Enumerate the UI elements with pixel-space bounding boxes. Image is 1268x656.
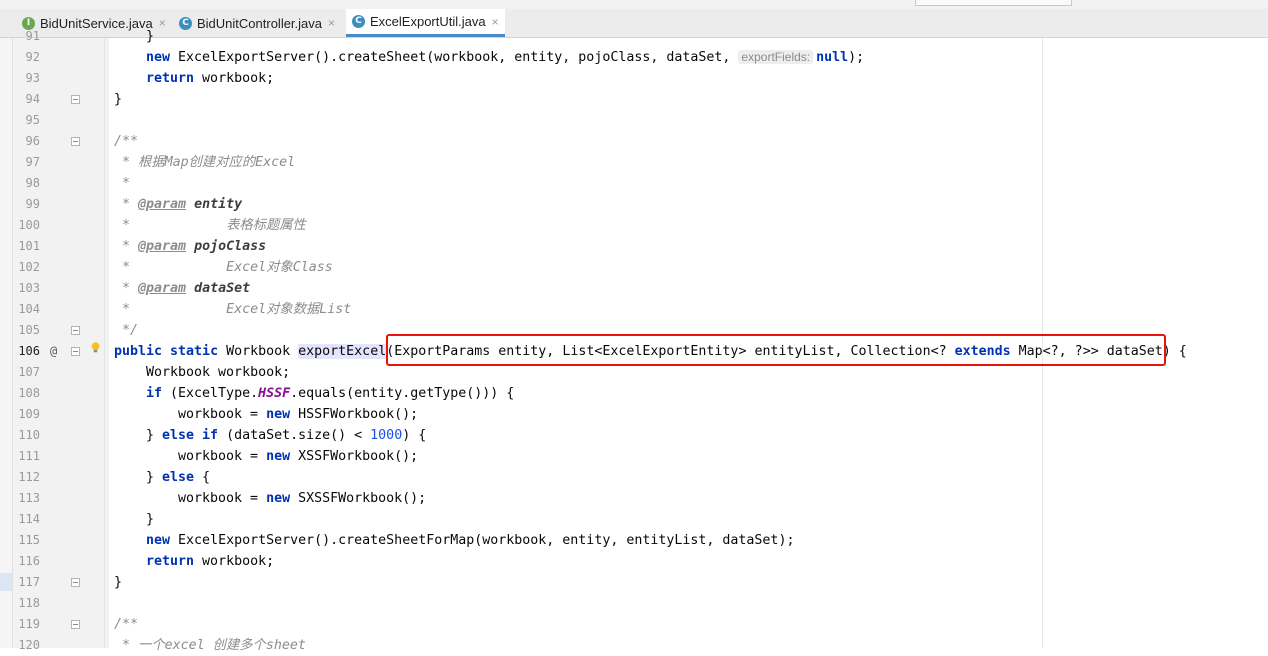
parameter-hint: exportFields: <box>738 50 814 64</box>
line-number: 94 <box>25 92 40 106</box>
fold-marker-icon[interactable] <box>71 578 80 587</box>
code-line: 96 /** <box>0 131 1268 152</box>
code-text[interactable]: new ExcelExportServer().createSheet(work… <box>146 47 864 68</box>
fold-marker-icon[interactable] <box>71 326 80 335</box>
code-line: 109 workbook = new HSSFWorkbook(); <box>0 404 1268 425</box>
code-line: 102 * Excel对象Class <box>0 257 1268 278</box>
line-number: 100 <box>18 218 40 232</box>
code-text[interactable]: workbook = new SXSSFWorkbook(); <box>178 488 426 509</box>
code-line: 113 workbook = new SXSSFWorkbook(); <box>0 488 1268 509</box>
code-line: 95 <box>0 110 1268 131</box>
line-number: 110 <box>18 428 40 442</box>
code-line: 98 * <box>0 173 1268 194</box>
code-text[interactable]: } <box>146 509 154 530</box>
line-number: 120 <box>18 638 40 652</box>
line-number: 108 <box>18 386 40 400</box>
fold-marker-icon[interactable] <box>71 137 80 146</box>
code-text[interactable]: * Excel对象Class <box>114 257 333 278</box>
code-line: 101 * @param pojoClass <box>0 236 1268 257</box>
code-text[interactable]: * @param pojoClass <box>114 236 266 257</box>
code-text[interactable]: * @param entity <box>114 194 242 215</box>
line-number: 107 <box>18 365 40 379</box>
line-number: 112 <box>18 470 40 484</box>
top-toolbar-strip <box>0 0 1268 9</box>
code-text[interactable]: } else if (dataSet.size() < 1000) { <box>146 425 426 446</box>
line-number: 92 <box>25 50 40 64</box>
run-config-selector[interactable] <box>915 0 1072 6</box>
code-text[interactable]: } <box>146 26 154 47</box>
highlight-annotation-box <box>386 334 1166 366</box>
code-line: 118 <box>0 593 1268 614</box>
code-text[interactable]: * Excel对象数据List <box>114 299 351 320</box>
code-line: 116 return workbook; <box>0 551 1268 572</box>
code-text[interactable]: } <box>114 89 122 110</box>
code-line: 110 } else if (dataSet.size() < 1000) { <box>0 425 1268 446</box>
code-line: 120 * 一个excel 创建多个sheet <box>0 635 1268 656</box>
line-number: 114 <box>18 512 40 526</box>
code-text[interactable]: workbook = new HSSFWorkbook(); <box>178 404 418 425</box>
lightbulb-icon[interactable] <box>90 342 101 354</box>
code-text[interactable]: return workbook; <box>146 68 274 89</box>
fold-marker-icon[interactable] <box>71 620 80 629</box>
code-line: 108 if (ExcelType.HSSF.equals(entity.get… <box>0 383 1268 404</box>
line-number: 91 <box>25 29 40 43</box>
code-text[interactable]: /** <box>114 131 138 152</box>
line-number: 97 <box>25 155 40 169</box>
code-line: 114 } <box>0 509 1268 530</box>
line-number: 93 <box>25 71 40 85</box>
code-line: 92 new ExcelExportServer().createSheet(w… <box>0 47 1268 68</box>
code-line: 99 * @param entity <box>0 194 1268 215</box>
fold-marker-icon[interactable] <box>71 95 80 104</box>
code-line: 94 } <box>0 89 1268 110</box>
code-line: 115 new ExcelExportServer().createSheetF… <box>0 530 1268 551</box>
code-text[interactable]: * 表格标题属性 <box>114 215 306 236</box>
line-number: 118 <box>18 596 40 610</box>
code-text[interactable]: } <box>114 572 122 593</box>
code-line: 103 * @param dataSet <box>0 278 1268 299</box>
line-number: 96 <box>25 134 40 148</box>
code-text[interactable]: * @param dataSet <box>114 278 250 299</box>
code-text[interactable]: workbook = new XSSFWorkbook(); <box>178 446 418 467</box>
line-number: 104 <box>18 302 40 316</box>
line-number: 102 <box>18 260 40 274</box>
code-text[interactable]: /** <box>114 614 138 635</box>
code-text[interactable]: Workbook workbook; <box>146 362 290 383</box>
override-marker-icon[interactable]: @ <box>50 341 57 362</box>
line-number: 105 <box>18 323 40 337</box>
line-number: 115 <box>18 533 40 547</box>
line-number: 113 <box>18 491 40 505</box>
code-text[interactable]: * <box>114 173 130 194</box>
code-line: 117 } <box>0 572 1268 593</box>
code-line: 111 workbook = new XSSFWorkbook(); <box>0 446 1268 467</box>
code-line: 100 * 表格标题属性 <box>0 215 1268 236</box>
code-text[interactable]: if (ExcelType.HSSF.equals(entity.getType… <box>146 383 514 404</box>
code-line: 91 } <box>0 26 1268 47</box>
code-line: 112 } else { <box>0 467 1268 488</box>
line-number: 111 <box>18 449 40 463</box>
code-text[interactable]: * 根据Map创建对应的Excel <box>114 152 295 173</box>
code-text[interactable]: } else { <box>146 467 210 488</box>
line-number: 103 <box>18 281 40 295</box>
line-number: 106 <box>18 344 40 358</box>
line-number: 95 <box>25 113 40 127</box>
line-number: 116 <box>18 554 40 568</box>
line-number: 119 <box>18 617 40 631</box>
line-number: 109 <box>18 407 40 421</box>
code-line: 104 * Excel对象数据List <box>0 299 1268 320</box>
code-text[interactable]: return workbook; <box>146 551 274 572</box>
code-line: 97 * 根据Map创建对应的Excel <box>0 152 1268 173</box>
code-line: 119 /** <box>0 614 1268 635</box>
line-number: 101 <box>18 239 40 253</box>
line-number: 99 <box>25 197 40 211</box>
code-text[interactable]: new ExcelExportServer().createSheetForMa… <box>146 530 794 551</box>
fold-marker-icon[interactable] <box>71 347 80 356</box>
line-number: 98 <box>25 176 40 190</box>
code-line: 93 return workbook; <box>0 68 1268 89</box>
code-text[interactable]: */ <box>114 320 138 341</box>
code-text[interactable]: * 一个excel 创建多个sheet <box>114 635 306 656</box>
line-number: 117 <box>18 575 40 589</box>
